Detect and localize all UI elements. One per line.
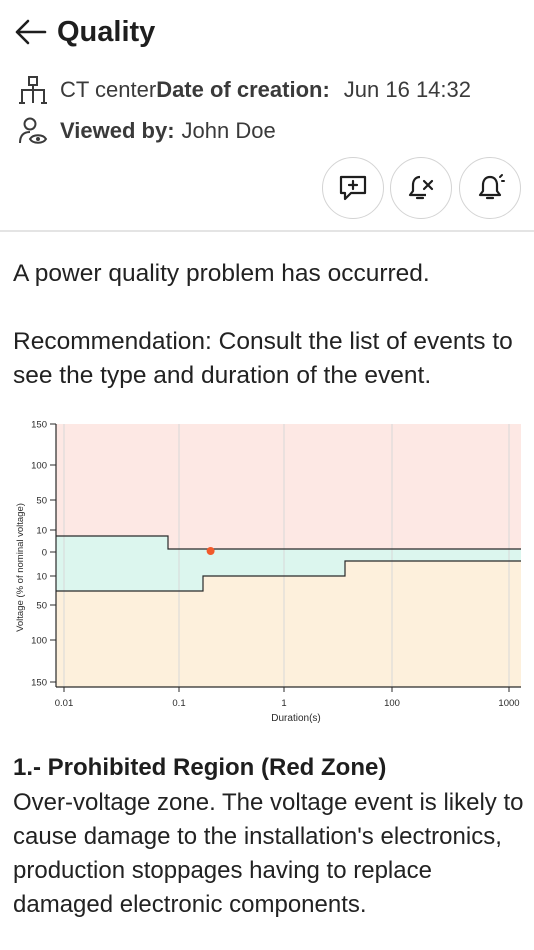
section-body: Over-voltage zone. The voltage event is … [13, 789, 524, 918]
date-value: Jun 16 14:32 [343, 77, 472, 102]
back-button[interactable] [12, 14, 48, 50]
y-tick-label: 0 [42, 548, 47, 559]
message-recommendation: Recommendation: Consult the list of even… [13, 328, 513, 389]
date-label: Date of creation: [156, 77, 330, 102]
location-text: CT center [60, 77, 157, 102]
event-message: A power quality problem has occurred. Re… [13, 257, 523, 393]
bell-alert-icon [478, 174, 505, 200]
y-tick-label: 50 [36, 496, 47, 507]
x-tick-label: 1000 [498, 698, 519, 709]
mute-notifications-button[interactable] [390, 157, 452, 219]
y-axis-label: Voltage (% of nominal voltage) [15, 503, 26, 632]
add-comment-button[interactable] [322, 157, 384, 219]
x-tick-label: 100 [384, 698, 400, 709]
meta-location-date: CT center Date of creation: Jun 16 14:32 [18, 74, 471, 106]
header: Quality CT center Date of creation: Jun … [0, 0, 534, 232]
user-eye-icon [18, 116, 48, 146]
viewed-label: Viewed by: [60, 118, 175, 143]
viewed-value: John Doe [181, 118, 276, 143]
voltage-tolerance-chart: 1501005010010501001500.01 0.1 1 100 1000Dura… [15, 420, 521, 724]
y-tick-label: 100 [31, 636, 47, 647]
x-tick-label: 1 [281, 698, 286, 709]
arrow-left-icon [15, 19, 47, 45]
page-title: Quality [57, 16, 156, 48]
y-tick-label: 50 [36, 601, 47, 612]
y-tick-label: 150 [31, 420, 47, 431]
comment-add-icon [339, 175, 367, 201]
x-axis-label: Duration(s) [271, 713, 320, 724]
org-chart-icon [18, 75, 48, 105]
message-line-1: A power quality problem has occurred. [13, 260, 430, 287]
y-tick-label: 10 [36, 572, 47, 583]
y-tick-label: 10 [36, 526, 47, 537]
y-tick-label: 100 [31, 461, 47, 472]
meta-viewed: Viewed by: John Doe [18, 115, 276, 147]
bell-off-icon [408, 175, 434, 200]
x-tick-label: 0.1 [172, 698, 185, 709]
x-tick-label: 0.01 [55, 698, 74, 709]
enable-notifications-button[interactable] [459, 157, 521, 219]
section-title: 1.- Prohibited Region (Red Zone) [13, 754, 387, 781]
y-tick-label: 150 [31, 678, 47, 689]
event-point [206, 547, 215, 555]
